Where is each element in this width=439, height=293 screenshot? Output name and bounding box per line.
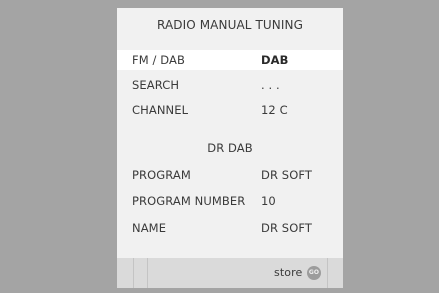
menu-title: RADIO MANUAL TUNING	[157, 18, 303, 32]
menu-row-label: PROGRAM NUMBER	[132, 194, 246, 208]
menu-row-search[interactable]: SEARCH . . .	[117, 75, 343, 95]
menu-row-value: . . .	[261, 78, 280, 92]
menu-row-label: SEARCH	[132, 78, 180, 92]
menu-row-value: DR SOFT	[261, 168, 312, 182]
menu-row-label: FM / DAB	[132, 53, 185, 67]
menu-row-program-number[interactable]: PROGRAM NUMBER 10	[117, 191, 343, 211]
tv-screen: RADIO MANUAL TUNING FM / DAB DAB SEARCH …	[0, 0, 439, 293]
store-label[interactable]: store	[274, 258, 302, 288]
radio-manual-tuning-menu: RADIO MANUAL TUNING FM / DAB DAB SEARCH …	[117, 8, 343, 288]
menu-footer: store GO	[117, 258, 343, 288]
footer-divider	[327, 258, 328, 288]
go-button-icon[interactable]: GO	[307, 266, 321, 280]
menu-row-label: CHANNEL	[132, 103, 189, 117]
menu-row-value: DR SOFT	[261, 221, 312, 235]
menu-row-label: PROGRAM	[132, 168, 191, 182]
menu-row-value: DAB	[261, 53, 289, 67]
menu-row-fm-dab[interactable]: FM / DAB DAB	[117, 50, 343, 70]
menu-row-program: PROGRAM DR SOFT	[117, 165, 343, 185]
menu-row-channel[interactable]: CHANNEL 12 C	[117, 100, 343, 120]
station-name-heading: DR DAB	[207, 141, 253, 155]
menu-row-name[interactable]: NAME DR SOFT	[117, 218, 343, 238]
footer-divider	[147, 258, 148, 288]
menu-row-label: NAME	[132, 221, 167, 235]
footer-divider	[133, 258, 134, 288]
menu-row-value: 12 C	[261, 103, 288, 117]
menu-row-value: 10	[261, 194, 276, 208]
